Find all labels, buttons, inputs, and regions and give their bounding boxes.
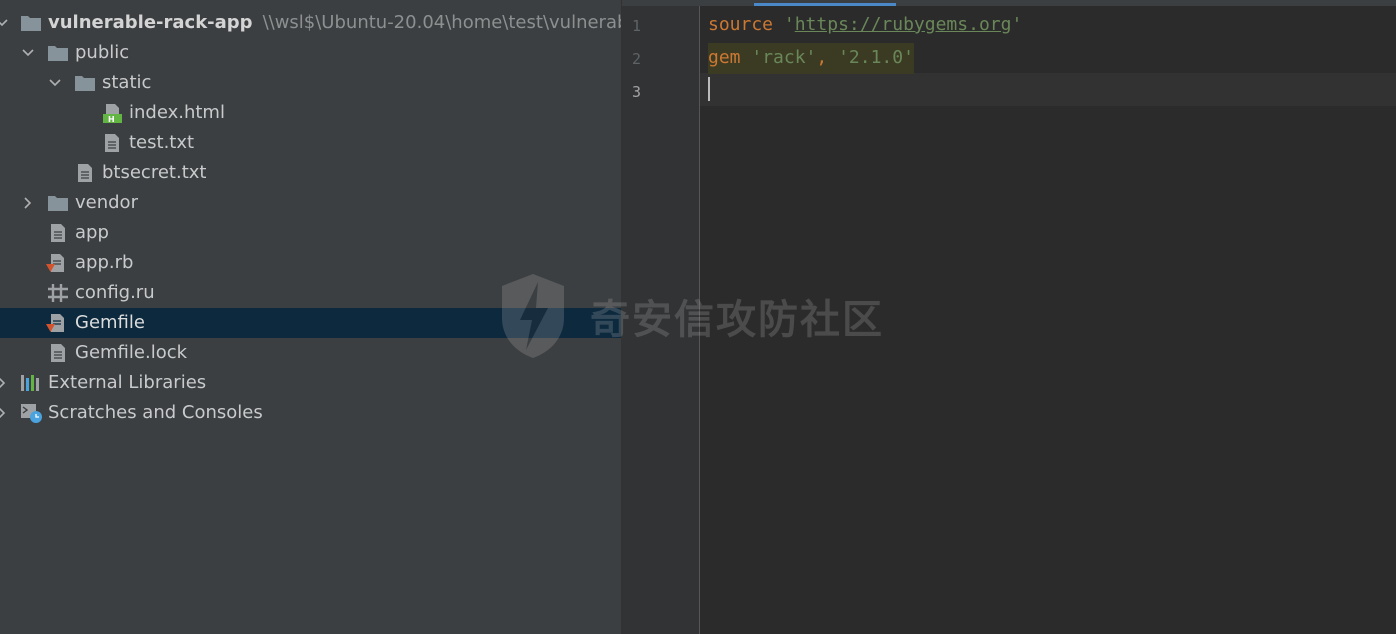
text-file-icon	[78, 164, 92, 182]
comma-token: ,	[816, 47, 839, 68]
ruby-file-icon	[46, 314, 64, 332]
text-file-icon	[51, 344, 65, 362]
code-line-2[interactable]: gem 'rack', '2.1.0'	[708, 43, 914, 74]
tree-item-label: app	[75, 222, 109, 243]
folder-icon	[21, 16, 41, 31]
active-tab-indicator	[754, 3, 896, 6]
line-number: 1	[632, 17, 642, 35]
chevron-down-icon[interactable]	[0, 15, 10, 31]
html-file-icon: H	[103, 104, 122, 123]
svg-text:H: H	[108, 115, 115, 123]
tree-item-label: btsecret.txt	[102, 162, 207, 183]
tree-item-label: app.rb	[75, 252, 134, 273]
tree-item-label: test.txt	[129, 132, 195, 153]
tree-item-test-txt[interactable]: test.txt	[0, 128, 621, 158]
usage-highlight: gem 'rack', '2.1.0'	[708, 43, 914, 74]
tree-item-btsecret-txt[interactable]: btsecret.txt	[0, 158, 621, 188]
tree-item-label: static	[102, 72, 152, 93]
tree-item-root[interactable]: vulnerable-rack-app \\wsl$\Ubuntu-20.04\h…	[0, 8, 621, 38]
tree-item-label: Gemfile	[75, 312, 145, 333]
text-caret	[708, 77, 710, 101]
library-icon	[21, 375, 39, 391]
tree-item-label: Scratches and Consoles	[48, 402, 263, 423]
string-token: '2.1.0'	[838, 47, 914, 68]
editor-tab-bar	[622, 0, 1396, 6]
tree-item-label: vulnerable-rack-app \\wsl$\Ubuntu-20.04\h…	[48, 12, 622, 34]
tree-item-scratches[interactable]: Scratches and Consoles	[0, 398, 621, 428]
tree-item-label: config.ru	[75, 282, 155, 303]
project-path: \\wsl$\Ubuntu-20.04\home\test\vulnerable…	[262, 12, 622, 33]
chevron-right-icon[interactable]	[20, 195, 36, 211]
url-link[interactable]: https://rubygems.org	[795, 14, 1012, 35]
text-file-icon	[51, 224, 65, 242]
folder-icon	[75, 76, 95, 91]
tree-item-external-libraries[interactable]: External Libraries	[0, 368, 621, 398]
current-line-highlight	[700, 73, 1396, 106]
ruby-file-icon	[46, 254, 64, 272]
tree-item-gemfile-lock[interactable]: Gemfile.lock	[0, 338, 621, 368]
line-number: 2	[632, 50, 642, 68]
folder-icon	[48, 196, 68, 211]
project-tree: vulnerable-rack-app \\wsl$\Ubuntu-20.04\h…	[0, 0, 622, 634]
tree-item-app[interactable]: app	[0, 218, 621, 248]
keyword-token: source	[708, 14, 774, 35]
tree-item-label: public	[75, 42, 130, 63]
line-number: 3	[632, 83, 642, 101]
keyword-token: gem	[708, 47, 741, 68]
chevron-right-icon[interactable]	[0, 405, 10, 421]
tree-item-gemfile[interactable]: Gemfile	[0, 308, 621, 338]
folder-icon	[48, 46, 68, 61]
tree-item-label: index.html	[129, 102, 225, 123]
code-line-1[interactable]: source 'https://rubygems.org'	[708, 14, 1022, 36]
code-editor[interactable]: 1 2 3 source 'https://rubygems.org' gem …	[622, 0, 1396, 634]
tree-item-config-ru[interactable]: config.ru	[0, 278, 621, 308]
tree-item-label: Gemfile.lock	[75, 342, 188, 363]
tree-item-label: vendor	[75, 192, 138, 213]
tree-item-vendor[interactable]: vendor	[0, 188, 621, 218]
ide-window: vulnerable-rack-app \\wsl$\Ubuntu-20.04\h…	[0, 0, 1396, 634]
tree-item-static[interactable]: static	[0, 68, 621, 98]
string-token: 'rack'	[751, 47, 817, 68]
string-token: '	[1011, 14, 1023, 35]
text-file-icon	[105, 134, 119, 152]
line-number-gutter: 1 2 3	[622, 6, 700, 634]
tree-item-label: External Libraries	[48, 372, 207, 393]
scratches-icon	[21, 404, 42, 423]
string-token: '	[783, 14, 795, 35]
chevron-right-icon[interactable]	[0, 375, 10, 391]
tree-item-index-html[interactable]: H index.html	[0, 98, 621, 128]
chevron-down-icon[interactable]	[47, 75, 63, 91]
tree-item-public[interactable]: public	[0, 38, 621, 68]
tree-item-app-rb[interactable]: app.rb	[0, 248, 621, 278]
chevron-down-icon[interactable]	[20, 45, 36, 61]
config-file-icon	[48, 284, 68, 302]
